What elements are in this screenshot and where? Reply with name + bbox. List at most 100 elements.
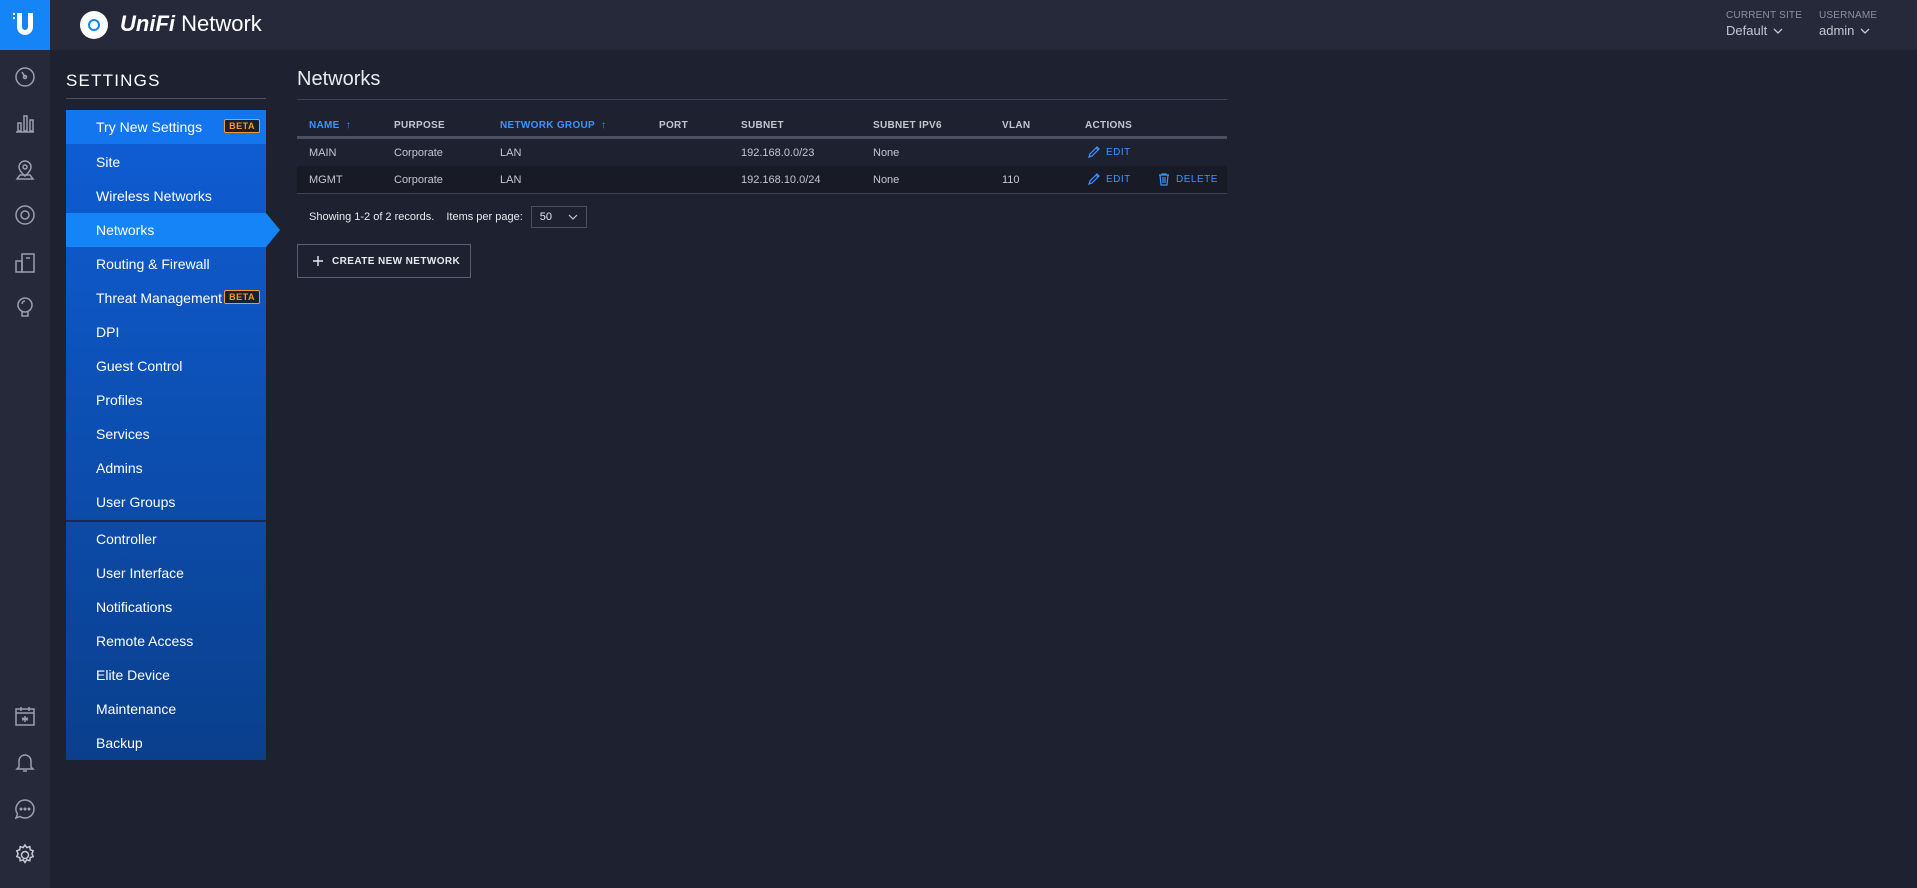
menu-item-label: User Groups (96, 494, 176, 510)
ubiquiti-logo-icon[interactable] (0, 0, 50, 50)
menu-item-guest-control[interactable]: Guest Control (66, 349, 266, 383)
username-selector[interactable]: USERNAME admin (1819, 10, 1877, 38)
column-header-network-group[interactable]: NETWORK GROUP ↑ (500, 120, 606, 131)
menu-item-label: Threat Management (96, 290, 223, 306)
column-header-vlan[interactable]: VLAN (1002, 120, 1030, 131)
menu-item-networks[interactable]: Networks (66, 213, 280, 247)
column-header-label: ACTIONS (1085, 120, 1133, 131)
cell-name: MAIN (309, 147, 337, 159)
menu-item-elite-device[interactable]: Elite Device (66, 658, 266, 692)
divider (297, 193, 1227, 194)
table-row[interactable]: MAIN Corporate LAN 192.168.0.0/23 None E… (297, 139, 1227, 166)
create-new-network-button[interactable]: CREATE NEW NETWORK (297, 244, 471, 278)
menu-item-label: Backup (96, 735, 143, 751)
beta-badge: BETA (224, 290, 260, 304)
items-per-page-value: 50 (539, 211, 553, 223)
column-header-label: NETWORK GROUP (500, 120, 595, 131)
menu-item-dpi[interactable]: DPI (66, 315, 266, 349)
menu-item-site[interactable]: Site (66, 145, 266, 179)
top-bar: UniFi Network CURRENT SITE Default USERN… (50, 0, 1917, 50)
unifi-logo-icon[interactable] (80, 11, 108, 39)
menu-item-label: Maintenance (96, 701, 177, 717)
chat-icon[interactable] (12, 796, 38, 822)
items-per-page-select[interactable]: 50 (530, 206, 587, 228)
edit-button[interactable]: EDIT (1087, 172, 1131, 186)
current-site-label: CURRENT SITE (1726, 10, 1803, 21)
pencil-icon (1088, 146, 1100, 158)
cell-network-group: LAN (500, 147, 522, 159)
menu-item-remote-access[interactable]: Remote Access (66, 624, 266, 658)
menu-item-wireless-networks[interactable]: Wireless Networks (66, 179, 266, 213)
menu-item-try-new-settings[interactable]: Try New Settings BETA (66, 110, 266, 144)
statistics-icon[interactable] (12, 110, 38, 136)
column-header-subnet[interactable]: SUBNET (741, 120, 784, 131)
column-header-label: VLAN (1002, 120, 1031, 131)
menu-item-admins[interactable]: Admins (66, 451, 266, 485)
menu-item-controller[interactable]: Controller (66, 522, 266, 556)
menu-item-label: Remote Access (96, 633, 194, 649)
brand-unifi: UniFi (120, 11, 175, 36)
column-header-purpose[interactable]: PURPOSE (394, 120, 445, 131)
insights-icon[interactable] (12, 294, 38, 320)
icon-rail (0, 0, 50, 888)
menu-item-label: Guest Control (96, 358, 183, 374)
menu-item-maintenance[interactable]: Maintenance (66, 692, 266, 726)
menu-item-routing-firewall[interactable]: Routing & Firewall (66, 247, 266, 281)
column-header-port[interactable]: PORT (659, 120, 688, 131)
cell-purpose: Corporate (394, 147, 443, 159)
clients-icon[interactable] (12, 250, 38, 276)
current-site-value: Default (1726, 23, 1768, 38)
devices-icon[interactable] (12, 202, 38, 228)
table-row[interactable]: MGMT Corporate LAN 192.168.10.0/24 None … (297, 166, 1227, 193)
create-label: CREATE NEW NETWORK (332, 255, 461, 267)
divider (66, 98, 266, 99)
menu-item-label: Admins (96, 460, 143, 476)
menu-item-user-interface[interactable]: User Interface (66, 556, 266, 590)
menu-item-label: Profiles (96, 392, 143, 408)
menu-item-label: Services (96, 426, 150, 442)
delete-label: DELETE (1176, 173, 1218, 185)
menu-item-backup[interactable]: Backup (66, 726, 266, 760)
username-label: USERNAME (1819, 10, 1878, 21)
column-header-name[interactable]: NAME ↑ (309, 120, 351, 131)
trash-icon (1159, 173, 1169, 186)
items-per-page-label: Items per page: (446, 211, 523, 223)
cell-subnet-ipv6: None (873, 147, 900, 159)
menu-item-notifications[interactable]: Notifications (66, 590, 266, 624)
sort-up-icon: ↑ (597, 120, 607, 131)
menu-item-label: Elite Device (96, 667, 170, 683)
menu-item-label: User Interface (96, 565, 184, 581)
settings-title: SETTINGS (66, 71, 161, 90)
column-header-subnet-ipv6[interactable]: SUBNET IPV6 (873, 120, 942, 131)
delete-button[interactable]: DELETE (1157, 172, 1218, 186)
menu-item-services[interactable]: Services (66, 417, 266, 451)
divider (297, 99, 1227, 100)
dashboard-icon[interactable] (12, 64, 38, 90)
chevron-down-icon (568, 214, 578, 220)
column-header-actions: ACTIONS (1085, 120, 1132, 131)
chevron-down-icon (1860, 28, 1870, 34)
menu-item-threat-management[interactable]: Threat Management BETA (66, 281, 266, 315)
cell-network-group: LAN (500, 174, 522, 186)
menu-item-label: Notifications (96, 599, 173, 615)
menu-item-label: Controller (96, 531, 157, 547)
events-icon[interactable] (12, 703, 38, 729)
alerts-icon[interactable] (12, 749, 38, 775)
edit-label: EDIT (1106, 146, 1131, 158)
column-header-label: PURPOSE (394, 120, 446, 131)
edit-label: EDIT (1106, 173, 1131, 185)
cell-vlan: 110 (1002, 174, 1020, 186)
cell-subnet: 192.168.10.0/24 (741, 174, 821, 186)
brand-network: Network (181, 11, 262, 36)
beta-badge: BETA (224, 119, 260, 133)
menu-item-profiles[interactable]: Profiles (66, 383, 266, 417)
settings-icon[interactable] (12, 842, 38, 868)
username-value: admin (1819, 23, 1855, 38)
current-site-selector[interactable]: CURRENT SITE Default (1726, 10, 1802, 38)
edit-button[interactable]: EDIT (1087, 145, 1131, 159)
plus-icon (313, 256, 323, 266)
pencil-icon (1088, 173, 1100, 185)
menu-item-user-groups[interactable]: User Groups (66, 485, 266, 519)
menu-item-label: DPI (96, 324, 120, 340)
map-icon[interactable] (12, 157, 38, 183)
